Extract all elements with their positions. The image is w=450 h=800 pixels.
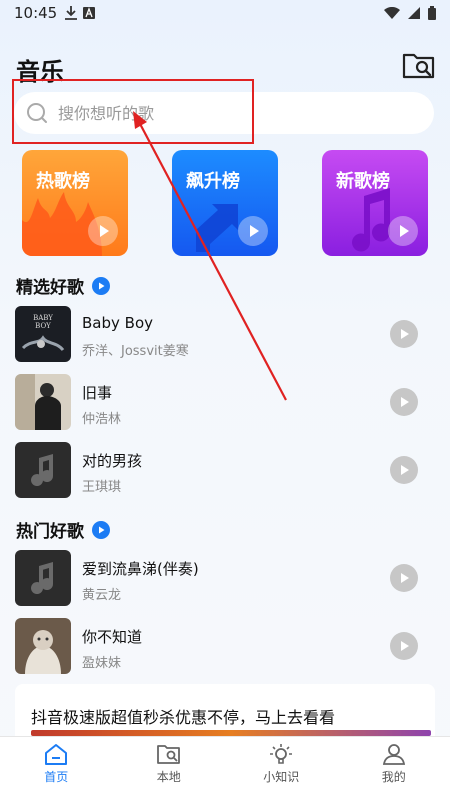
tab-local-label: 本地: [156, 770, 181, 784]
play-all-hot-button[interactable]: [92, 520, 110, 539]
song-title: 爱到流鼻涕(伴奏): [82, 560, 199, 578]
song-row[interactable]: 你不知道 盈妹妹: [0, 618, 450, 676]
chart-label-new: 新歌榜: [336, 171, 390, 192]
play-icon: [401, 329, 409, 339]
song-title: 对的男孩: [82, 452, 143, 470]
bottom-tab-bar: 首页 本地 小知识 我的: [0, 736, 450, 800]
notification-a-icon: [83, 7, 96, 19]
play-icon: [400, 225, 409, 237]
song-play-button[interactable]: [390, 632, 418, 660]
album-cover: [15, 442, 71, 498]
song-title: Baby Boy: [82, 314, 153, 332]
section-title-hot-text: 热门好歌: [16, 522, 84, 542]
section-title-picks: 精选好歌: [16, 273, 110, 298]
play-icon: [401, 573, 409, 583]
song-row[interactable]: 爱到流鼻涕(伴奏) 黄云龙: [0, 550, 450, 608]
tab-profile[interactable]: 我的: [338, 737, 450, 800]
lightbulb-icon: [270, 744, 293, 764]
promo-banner[interactable]: 抖音极速版超值秒杀优惠不停，马上去看看: [15, 684, 435, 744]
home-icon: [45, 744, 68, 765]
user-icon: [382, 744, 405, 765]
chart-play-rise[interactable]: [238, 216, 268, 246]
album-cover: [15, 374, 71, 430]
svg-text:BABY: BABY: [33, 314, 53, 322]
tab-home-label: 首页: [44, 770, 69, 784]
folder-search-icon: [156, 745, 180, 764]
tab-profile-label: 我的: [381, 770, 406, 784]
folder-search-icon: [402, 53, 435, 79]
tab-tips[interactable]: 小知识: [225, 737, 338, 800]
chart-card-hot[interactable]: 热歌榜: [22, 150, 128, 256]
play-icon: [250, 225, 259, 237]
search-icon: [27, 103, 47, 123]
chart-play-new[interactable]: [388, 216, 418, 246]
album-cover: BABY BOY: [15, 306, 71, 362]
song-play-button[interactable]: [390, 388, 418, 416]
battery-icon: [428, 6, 436, 20]
chart-label-rise: 飙升榜: [186, 171, 240, 192]
song-artist: 盈妹妹: [82, 656, 122, 671]
album-cover: [15, 550, 71, 606]
play-icon: [100, 225, 109, 237]
play-icon: [99, 282, 105, 289]
signal-icon: [408, 7, 420, 19]
song-play-button[interactable]: [390, 456, 418, 484]
music-note-placeholder-icon: [15, 550, 71, 606]
song-artist: 王琪琪: [82, 480, 122, 495]
album-cover: [15, 618, 71, 674]
play-all-picks-button[interactable]: [92, 276, 110, 295]
section-title-picks-text: 精选好歌: [16, 278, 84, 298]
play-icon: [401, 465, 409, 475]
tab-tips-label: 小知识: [263, 770, 300, 784]
music-note-placeholder-icon: [15, 442, 71, 498]
scan-folder-button[interactable]: [402, 50, 436, 80]
song-row[interactable]: BABY BOY Baby Boy 乔洋、Jossvit姜寒: [0, 306, 450, 364]
play-icon: [401, 641, 409, 651]
promo-text: 抖音极速版超值秒杀优惠不停，马上去看看: [31, 708, 336, 727]
song-play-button[interactable]: [390, 564, 418, 592]
status-time: 10:45: [14, 4, 58, 22]
page-title: 音乐: [16, 58, 64, 86]
chart-label-hot: 热歌榜: [36, 171, 90, 192]
wifi-icon: [384, 7, 400, 19]
section-title-hot: 热门好歌: [16, 517, 110, 542]
play-icon: [99, 526, 105, 533]
song-artist: 仲浩林: [82, 412, 122, 427]
search-input[interactable]: [58, 103, 398, 123]
song-row[interactable]: 旧事 仲浩林: [0, 374, 450, 432]
song-play-button[interactable]: [390, 320, 418, 348]
song-row[interactable]: 对的男孩 王琪琪: [0, 442, 450, 500]
song-artist: 乔洋、Jossvit姜寒: [82, 344, 189, 359]
status-bar: 10:45: [0, 0, 450, 26]
chart-card-new[interactable]: 新歌榜: [322, 150, 428, 256]
song-title: 你不知道: [82, 628, 143, 646]
song-title: 旧事: [82, 384, 113, 402]
song-artist: 黄云龙: [82, 588, 122, 603]
tab-home[interactable]: 首页: [0, 737, 113, 800]
search-bar[interactable]: [14, 92, 434, 134]
svg-text:BOY: BOY: [35, 322, 51, 330]
tab-local[interactable]: 本地: [113, 737, 226, 800]
chart-play-hot[interactable]: [88, 216, 118, 246]
download-icon: [65, 6, 78, 20]
play-icon: [401, 397, 409, 407]
chart-card-rise[interactable]: 飙升榜: [172, 150, 278, 256]
